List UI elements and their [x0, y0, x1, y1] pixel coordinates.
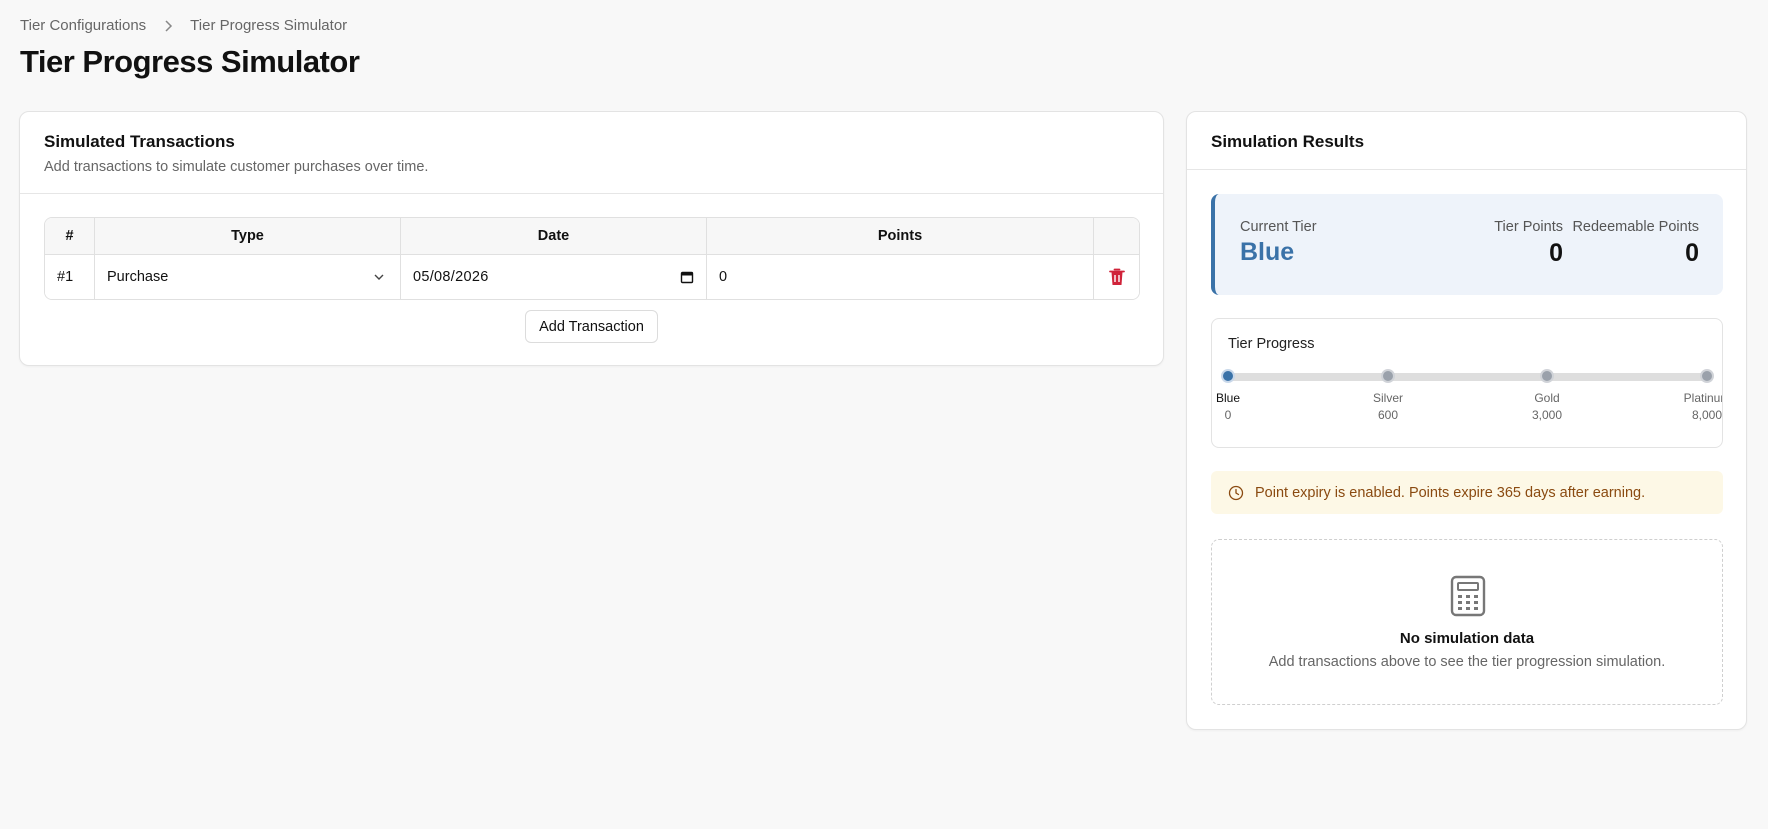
empty-state-description: Add transactions above to see the tier p… — [1268, 654, 1666, 670]
column-header-points: Points — [707, 218, 1094, 254]
tier-marker-blue — [1221, 369, 1235, 383]
tier-threshold: 8,000 — [1691, 408, 1723, 422]
tier-threshold: 3,000 — [1531, 408, 1563, 422]
divider — [1187, 169, 1746, 170]
tier-points-stat: Tier Points 0 — [1494, 219, 1563, 268]
points-input[interactable]: 0 — [707, 255, 1094, 299]
tier-progress-panel: Tier Progress Blue 0 Silver 600 Gold 3,0… — [1211, 318, 1723, 448]
tier-tick-gold: Gold 3,000 — [1507, 391, 1587, 422]
current-tier-summary: Current Tier Blue Tier Points 0 Redeemab… — [1211, 194, 1723, 295]
card-title: Simulated Transactions — [44, 132, 235, 151]
card-description: Add transactions to simulate customer pu… — [44, 159, 429, 175]
redeemable-points-label: Redeemable Points — [1572, 219, 1699, 235]
redeemable-points-stat: Redeemable Points 0 — [1572, 219, 1699, 268]
card-title: Simulation Results — [1211, 132, 1365, 151]
transactions-table: # Type Date Points #1 Purchase 05/08/202… — [44, 217, 1140, 300]
current-tier-value: Blue — [1240, 238, 1295, 266]
breadcrumb: Tier Configurations Tier Progress Simula… — [20, 17, 347, 34]
simulated-transactions-card: Simulated Transactions Add transactions … — [19, 111, 1164, 366]
calendar-icon[interactable] — [680, 270, 694, 284]
column-header-actions — [1094, 218, 1139, 254]
tier-name: Blue — [1215, 391, 1241, 405]
table-row: #1 Purchase 05/08/2026 0 — [45, 255, 1139, 299]
tier-marker-silver — [1381, 369, 1395, 383]
row-index: #1 — [45, 255, 95, 299]
date-input[interactable]: 05/08/2026 — [401, 255, 707, 299]
breadcrumb-tier-configurations[interactable]: Tier Configurations — [20, 17, 146, 34]
tier-name: Platinum — [1683, 391, 1722, 405]
trash-icon — [1108, 268, 1125, 285]
column-header-index: # — [45, 218, 95, 254]
column-header-type: Type — [95, 218, 401, 254]
current-tier-label: Current Tier — [1240, 219, 1317, 235]
tier-name: Silver — [1372, 391, 1403, 405]
tier-tick-silver: Silver 600 — [1348, 391, 1428, 422]
tier-points-value: 0 — [1549, 239, 1563, 267]
breadcrumb-current: Tier Progress Simulator — [190, 17, 348, 34]
calculator-icon — [1450, 575, 1486, 617]
chevron-down-icon — [374, 274, 384, 280]
delete-row-button[interactable] — [1094, 255, 1139, 299]
tier-threshold: 600 — [1377, 408, 1399, 422]
tier-threshold: 0 — [1224, 408, 1232, 422]
redeemable-points-value: 0 — [1685, 239, 1699, 267]
clock-icon — [1228, 485, 1244, 500]
add-transaction-button[interactable]: Add Transaction — [525, 310, 658, 343]
column-header-date: Date — [401, 218, 707, 254]
page-title: Tier Progress Simulator — [20, 44, 360, 79]
tier-tick-blue: Blue 0 — [1212, 391, 1268, 422]
tier-tick-platinum: Platinum 8,000 — [1667, 391, 1723, 422]
chevron-right-icon — [160, 18, 176, 34]
tier-name: Gold — [1534, 391, 1560, 405]
empty-state-title: No simulation data — [1399, 630, 1535, 647]
date-input-value: 05/08/2026 — [413, 269, 489, 285]
type-select-value: Purchase — [107, 269, 169, 285]
point-expiry-notice: Point expiry is enabled. Points expire 3… — [1211, 471, 1723, 514]
notice-text: Point expiry is enabled. Points expire 3… — [1255, 484, 1646, 501]
simulation-results-card: Simulation Results Current Tier Blue Tie… — [1186, 111, 1747, 730]
table-header: # Type Date Points — [45, 218, 1139, 255]
tier-points-label: Tier Points — [1494, 219, 1563, 235]
tier-marker-gold — [1540, 369, 1554, 383]
divider — [20, 193, 1163, 194]
type-select[interactable]: Purchase — [95, 255, 401, 299]
empty-state: No simulation data Add transactions abov… — [1211, 539, 1723, 705]
tier-progress-title: Tier Progress — [1228, 336, 1315, 352]
tier-progress-track — [1228, 373, 1710, 381]
tier-marker-platinum — [1700, 369, 1714, 383]
